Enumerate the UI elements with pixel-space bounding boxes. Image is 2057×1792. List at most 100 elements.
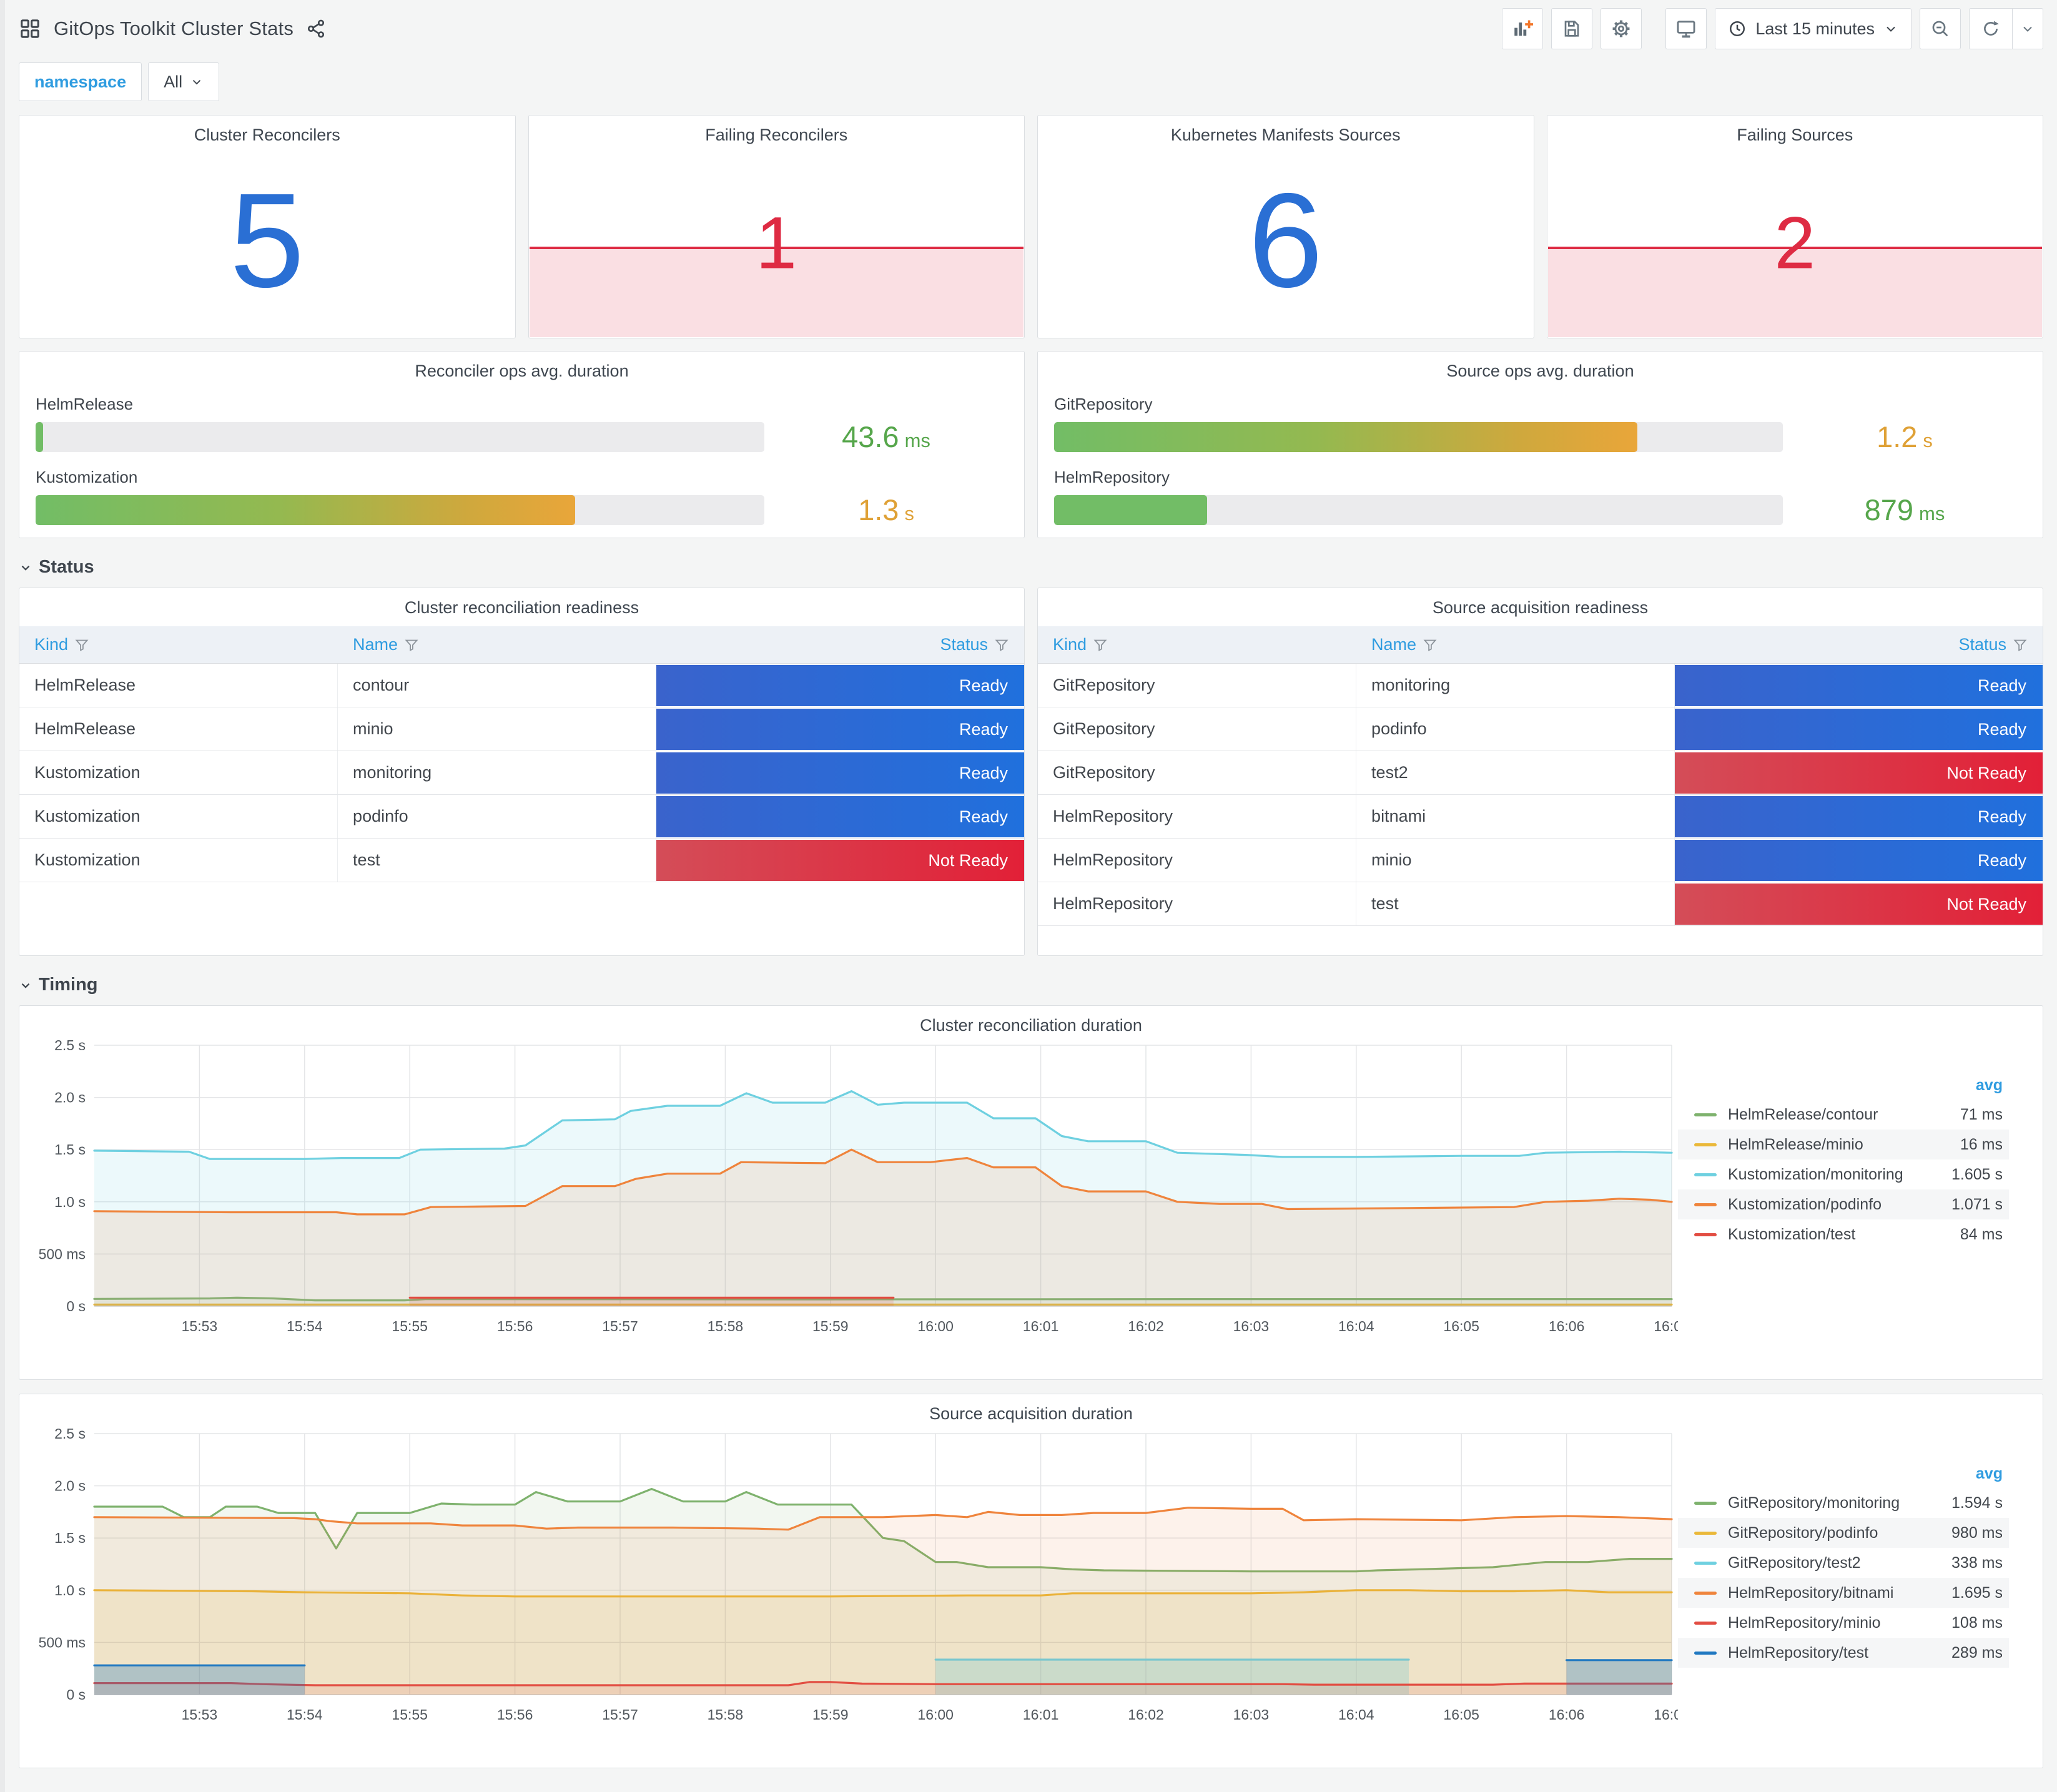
svg-text:1.0 s: 1.0 s <box>54 1194 86 1210</box>
table-row: HelmRepository test Not Ready <box>1038 882 2043 926</box>
variable-namespace-label[interactable]: namespace <box>19 62 142 101</box>
panel-title[interactable]: Source acquisition readiness <box>1038 588 2043 626</box>
zoom-out-button[interactable] <box>1920 8 1961 49</box>
legend-item[interactable]: GitRepository/podinfo 980 ms <box>1678 1518 2009 1548</box>
svg-text:0 s: 0 s <box>66 1686 86 1703</box>
cell-kind: GitRepository <box>1038 664 1357 707</box>
refresh-interval-dropdown[interactable] <box>2012 9 2043 49</box>
svg-text:15:58: 15:58 <box>708 1318 744 1334</box>
legend-avg-value: 1.605 s <box>1951 1165 2003 1183</box>
legend-series-label: Kustomization/test <box>1728 1225 1856 1243</box>
chart-plot[interactable]: 15:53 15:54 15:55 15:56 15:57 15:58 15:59 16:00… <box>19 1035 1678 1339</box>
panel-title[interactable]: Source acquisition duration <box>19 1394 2043 1424</box>
legend-series-label: Kustomization/monitoring <box>1728 1165 1903 1183</box>
table-row: HelmRepository bitnami Ready <box>1038 795 2043 839</box>
refresh-icon[interactable] <box>1970 9 2012 49</box>
svg-text:16:04: 16:04 <box>1338 1706 1374 1723</box>
legend-item[interactable]: Kustomization/test 84 ms <box>1678 1219 2009 1249</box>
refresh-button[interactable] <box>1969 8 2043 49</box>
legend-series-label: HelmRelease/minio <box>1728 1135 1863 1153</box>
column-header-name[interactable]: Name <box>338 626 656 663</box>
table: Kind Name Status HelmRelease contour Rea… <box>19 626 1024 882</box>
legend-avg-header[interactable]: avg <box>1678 1462 2009 1488</box>
svg-text:15:53: 15:53 <box>182 1318 218 1334</box>
gauge-row: Reconciler ops avg. duration HelmRelease… <box>19 351 2043 538</box>
svg-text:0 s: 0 s <box>66 1298 86 1314</box>
legend-avg-header[interactable]: avg <box>1678 1074 2009 1100</box>
chevron-down-icon <box>192 80 201 85</box>
cell-status: Ready <box>1675 839 2043 882</box>
status-tables-row: Cluster reconciliation readiness Kind Na… <box>19 588 2043 956</box>
legend-item[interactable]: HelmRelease/minio 16 ms <box>1678 1130 2009 1159</box>
stat-value: 5 <box>229 165 305 315</box>
panel-title[interactable]: Cluster reconciliation duration <box>19 1006 2043 1035</box>
cell-kind: HelmRepository <box>1038 795 1357 838</box>
legend-item[interactable]: HelmRepository/bitnami 1.695 s <box>1678 1578 2009 1608</box>
cell-name: minio <box>1356 839 1675 882</box>
svg-text:16:00: 16:00 <box>917 1318 954 1334</box>
add-panel-button[interactable] <box>1502 8 1544 49</box>
column-header-kind[interactable]: Kind <box>19 626 338 663</box>
panel-title[interactable]: Reconciler ops avg. duration <box>36 352 1008 381</box>
panel-title[interactable]: Failing Sources <box>1547 116 2043 145</box>
apps-grid-icon[interactable] <box>19 17 41 40</box>
gauge-track <box>1054 421 1783 452</box>
bar-gauge: Kustomization 1.3 s <box>36 468 1008 527</box>
timeseries-panel-source-acquisition: Source acquisition duration 15:53 15:54 15… <box>19 1394 2043 1768</box>
cycle-view-mode-button[interactable] <box>1665 8 1707 49</box>
save-dashboard-button[interactable] <box>1551 8 1593 49</box>
chevron-down-icon <box>1883 21 1898 36</box>
panel-title[interactable]: Cluster reconciliation readiness <box>19 588 1024 626</box>
legend-series-color <box>1694 1143 1717 1146</box>
legend-item[interactable]: Kustomization/monitoring 1.605 s <box>1678 1159 2009 1189</box>
svg-text:2.0 s: 2.0 s <box>54 1090 86 1106</box>
cell-kind: GitRepository <box>1038 751 1357 794</box>
table-panel-cluster-readiness: Cluster reconciliation readiness Kind Na… <box>19 588 1025 956</box>
legend-item[interactable]: HelmRepository/test 289 ms <box>1678 1638 2009 1668</box>
row-header-timing[interactable]: Timing <box>19 975 2043 995</box>
legend-avg-value: 71 ms <box>1960 1105 2003 1123</box>
row-header-status[interactable]: Status <box>19 557 2043 578</box>
legend-item[interactable]: Kustomization/podinfo 1.071 s <box>1678 1189 2009 1219</box>
cell-name: monitoring <box>1356 664 1675 707</box>
column-header-status[interactable]: Status <box>1675 626 2043 663</box>
gauge-value-number: 1.3 <box>858 493 899 526</box>
share-icon[interactable] <box>306 19 326 39</box>
gauge-value-number: 1.2 <box>1877 420 1918 453</box>
cell-kind: HelmRelease <box>19 664 338 707</box>
panel-title[interactable]: Failing Reconcilers <box>529 116 1025 145</box>
table: Kind Name Status GitRepository monitorin… <box>1038 626 2043 926</box>
stat-panel-failing-reconcilers: Failing Reconcilers 1 <box>528 115 1025 338</box>
table-row: GitRepository podinfo Ready <box>1038 707 2043 751</box>
column-header-status[interactable]: Status <box>656 626 1024 663</box>
gauge-value-unit: ms <box>904 430 930 451</box>
cell-status: Ready <box>656 751 1024 794</box>
bar-gauge: HelmRelease 43.6 ms <box>36 395 1008 454</box>
chart-legend: avg GitRepository/monitoring 1.594 s GitRep… <box>1678 1462 2020 1727</box>
chart-plot[interactable]: 15:53 15:54 15:55 15:56 15:57 15:58 15:59 16:00… <box>19 1424 1678 1727</box>
legend-item[interactable]: GitRepository/test2 338 ms <box>1678 1548 2009 1578</box>
legend-series-label: HelmRelease/contour <box>1728 1105 1878 1123</box>
panel-title[interactable]: Source ops avg. duration <box>1054 352 2026 381</box>
cell-kind: Kustomization <box>19 839 338 882</box>
time-range-picker[interactable]: Last 15 minutes <box>1715 8 1911 49</box>
legend-item[interactable]: GitRepository/monitoring 1.594 s <box>1678 1488 2009 1518</box>
stat-value: 2 <box>1774 202 1816 285</box>
svg-text:1.5 s: 1.5 s <box>54 1141 86 1158</box>
status-badge: Not Ready <box>1675 752 2043 794</box>
cell-status: Not Ready <box>656 839 1024 882</box>
dashboard-settings-button[interactable] <box>1601 8 1642 49</box>
gauge-panel-source-ops: Source ops avg. duration GitRepository 1… <box>1037 351 2043 538</box>
gauge-value-unit: s <box>1923 430 1933 451</box>
column-header-kind[interactable]: Kind <box>1038 626 1356 663</box>
legend-item[interactable]: HelmRelease/contour 71 ms <box>1678 1100 2009 1130</box>
svg-text:15:54: 15:54 <box>287 1318 323 1334</box>
legend-item[interactable]: HelmRepository/minio 108 ms <box>1678 1608 2009 1638</box>
status-badge: Ready <box>1675 709 2043 750</box>
filter-icon <box>1093 639 1107 651</box>
svg-text:16:05: 16:05 <box>1443 1706 1479 1723</box>
variable-namespace-value[interactable]: All <box>148 62 220 101</box>
cell-name: test2 <box>1356 751 1675 794</box>
column-header-name[interactable]: Name <box>1356 626 1675 663</box>
svg-text:15:57: 15:57 <box>602 1706 638 1723</box>
